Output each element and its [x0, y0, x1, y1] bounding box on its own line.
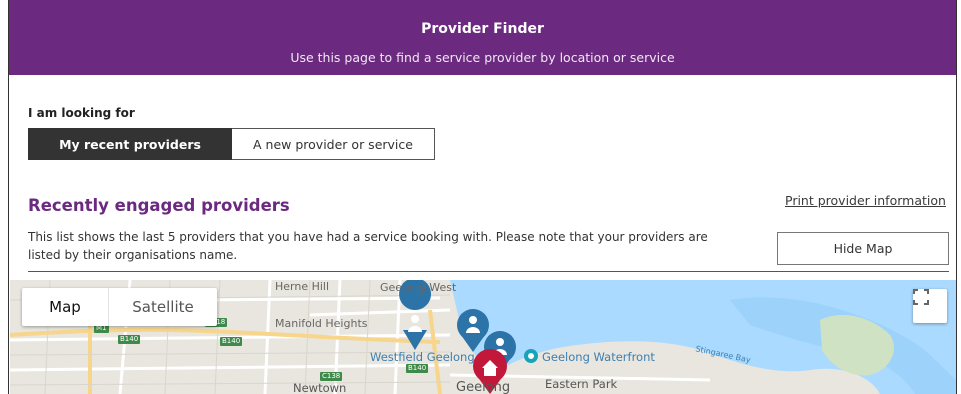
label-geelong-west: Geelong West	[380, 281, 457, 294]
page-title: Provider Finder	[421, 21, 544, 37]
page-header: Provider Finder Use this page to find a …	[9, 0, 956, 75]
provider-type-toggle: My recent providers A new provider or se…	[28, 128, 435, 160]
provider-map[interactable]: Herne Hill Geelong West Manifold Heights…	[10, 280, 956, 394]
road-badge-b140-a: B140	[118, 335, 141, 344]
label-geelong: Geelong	[456, 380, 511, 394]
road-badge-c138: C138	[320, 372, 343, 381]
map-type-control: Map Satellite	[22, 288, 217, 326]
looking-for-label: I am looking for	[28, 106, 135, 120]
print-provider-info-link[interactable]: Print provider information	[785, 193, 946, 208]
label-manifold-heights: Manifold Heights	[275, 317, 368, 330]
fullscreen-icon	[913, 289, 929, 305]
map-type-satellite-button[interactable]: Satellite	[108, 288, 217, 326]
new-provider-button[interactable]: A new provider or service	[232, 128, 435, 160]
label-waterfront: Geelong Waterfront	[542, 350, 655, 364]
label-eastern-park: Eastern Park	[545, 377, 618, 391]
hide-map-button[interactable]: Hide Map	[777, 232, 949, 265]
recent-providers-description: This list shows the last 5 providers tha…	[28, 230, 708, 262]
label-herne-hill: Herne Hill	[275, 280, 330, 293]
map-type-map-button[interactable]: Map	[22, 288, 108, 326]
fullscreen-button[interactable]	[913, 289, 947, 323]
road-badge-b140-c: B140	[406, 364, 429, 373]
page-subtitle: Use this page to find a service provider…	[290, 50, 675, 65]
road-badge-b140-b: B140	[220, 337, 243, 346]
waterfront-poi-icon	[524, 349, 538, 363]
label-westfield: Westfield Geelong	[370, 350, 475, 364]
recent-providers-heading: Recently engaged providers	[28, 196, 290, 215]
label-newtown: Newtown	[293, 381, 347, 394]
section-divider	[28, 271, 949, 272]
my-recent-providers-button[interactable]: My recent providers	[28, 128, 232, 160]
